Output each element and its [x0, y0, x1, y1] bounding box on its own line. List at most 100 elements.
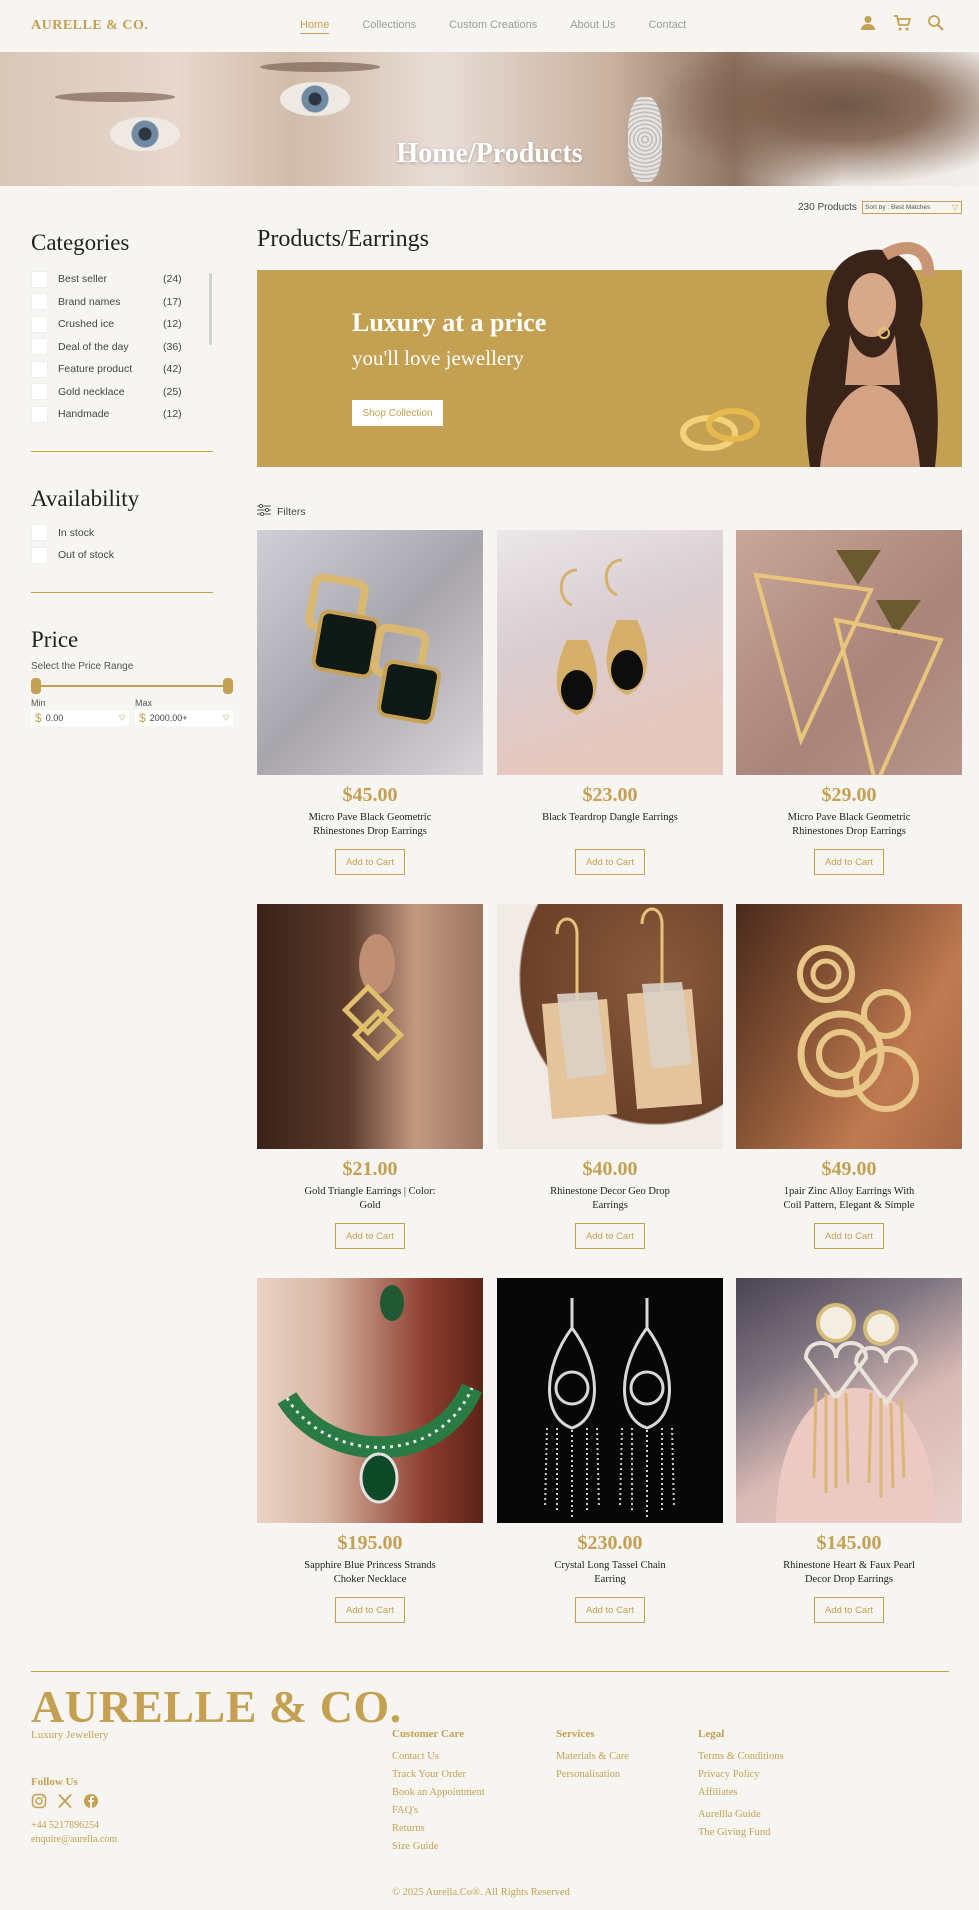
checkbox[interactable]	[31, 270, 48, 288]
checkbox[interactable]	[31, 524, 48, 542]
instagram-icon[interactable]	[31, 1793, 47, 1809]
add-to-cart-button[interactable]: Add to Cart	[575, 1597, 645, 1623]
nav-home[interactable]: Home	[300, 19, 330, 34]
footer-phone[interactable]: +44 5217896254	[31, 1820, 99, 1831]
availability-item[interactable]: In stock	[31, 522, 215, 545]
product-name[interactable]: Rhinestone Heart & Faux Pearl Decor Drop…	[779, 1559, 919, 1587]
slider-min-handle[interactable]	[31, 677, 41, 694]
product-card[interactable]: $49.00 1pair Zinc Alloy Earrings With Co…	[736, 904, 962, 1249]
footer-col-services: Services Materials & Care Personalisatio…	[556, 1728, 629, 1786]
add-to-cart-button[interactable]: Add to Cart	[814, 849, 884, 875]
checkbox[interactable]	[31, 360, 48, 378]
product-card[interactable]: $45.00 Micro Pave Black Geometric Rhines…	[257, 530, 483, 875]
footer-link[interactable]: Book an Appointment	[392, 1786, 485, 1800]
facebook-icon[interactable]	[83, 1793, 99, 1809]
add-to-cart-button[interactable]: Add to Cart	[814, 1597, 884, 1623]
checkbox[interactable]	[31, 405, 48, 423]
footer-col-legal: Legal Terms & Conditions Privacy Policy …	[698, 1728, 784, 1844]
footer-link[interactable]: Returns	[392, 1822, 485, 1836]
category-item[interactable]: Gold necklace (25)	[31, 381, 215, 404]
product-image[interactable]	[497, 1278, 723, 1523]
footer-link[interactable]: The Giving Fund	[698, 1826, 784, 1840]
product-image[interactable]	[257, 904, 483, 1149]
category-item[interactable]: Best seller (24)	[31, 268, 215, 291]
footer-link[interactable]: Personalisation	[556, 1768, 629, 1782]
product-name[interactable]: Sapphire Blue Princess Strands Choker Ne…	[300, 1559, 440, 1587]
footer-link[interactable]: Contact Us	[392, 1750, 485, 1764]
nav-contact[interactable]: Contact	[648, 19, 686, 34]
search-icon[interactable]	[927, 14, 945, 32]
checkbox[interactable]	[31, 546, 48, 564]
product-image[interactable]	[497, 904, 723, 1149]
product-card[interactable]: $29.00 Micro Pave Black Geometric Rhines…	[736, 530, 962, 875]
product-card[interactable]: $230.00 Crystal Long Tassel Chain Earrin…	[497, 1278, 723, 1623]
min-price-input[interactable]: $0.00 ▽	[31, 709, 129, 726]
product-image[interactable]	[257, 530, 483, 775]
sort-dropdown[interactable]: Sort by : Best Matches ▽	[862, 201, 962, 214]
product-image[interactable]	[736, 904, 962, 1149]
footer-email[interactable]: enquire@aurella.com	[31, 1834, 117, 1845]
footer-link[interactable]: Terms & Conditions	[698, 1750, 784, 1764]
checkbox[interactable]	[31, 383, 48, 401]
category-item[interactable]: Handmade (12)	[31, 403, 215, 426]
add-to-cart-button[interactable]: Add to Cart	[335, 1223, 405, 1249]
category-item[interactable]: Feature product (42)	[31, 358, 215, 381]
footer-link[interactable]: Size Guide	[392, 1840, 485, 1854]
category-item[interactable]: Brand names (17)	[31, 291, 215, 314]
product-name[interactable]: Micro Pave Black Geometric Rhinestones D…	[300, 811, 440, 839]
footer-link[interactable]: Affiliates	[698, 1786, 784, 1800]
max-price-input[interactable]: $2000.00+ ▽	[135, 709, 233, 726]
hero-brow-right	[260, 62, 380, 72]
product-card[interactable]: $23.00 Black Teardrop Dangle Earrings Ad…	[497, 530, 723, 875]
product-name[interactable]: 1pair Zinc Alloy Earrings With Coil Patt…	[779, 1185, 919, 1213]
product-image[interactable]	[736, 1278, 962, 1523]
footer-col-title: Services	[556, 1728, 595, 1740]
footer-link[interactable]: Materials & Care	[556, 1750, 629, 1764]
add-to-cart-button[interactable]: Add to Cart	[335, 849, 405, 875]
cart-icon[interactable]	[893, 14, 912, 32]
product-card[interactable]: $195.00 Sapphire Blue Princess Strands C…	[257, 1278, 483, 1623]
add-to-cart-button[interactable]: Add to Cart	[335, 1597, 405, 1623]
nav-collections[interactable]: Collections	[362, 19, 416, 34]
product-image[interactable]	[257, 1278, 483, 1523]
availability-item[interactable]: Out of stock	[31, 544, 215, 567]
product-name[interactable]: Gold Triangle Earrings | Color: Gold	[300, 1185, 440, 1213]
min-label: Min	[31, 697, 46, 708]
product-card[interactable]: $145.00 Rhinestone Heart & Faux Pearl De…	[736, 1278, 962, 1623]
product-name[interactable]: Crystal Long Tassel Chain Earring	[540, 1559, 680, 1587]
product-image[interactable]	[497, 530, 723, 775]
product-name[interactable]: Rhinestone Decor Geo Drop Earrings	[540, 1185, 680, 1213]
slider-max-handle[interactable]	[223, 677, 233, 694]
category-scrollbar[interactable]	[209, 273, 212, 345]
footer-link[interactable]: FAQ's	[392, 1804, 485, 1818]
add-to-cart-button[interactable]: Add to Cart	[814, 1223, 884, 1249]
product-name[interactable]: Black Teardrop Dangle Earrings	[540, 811, 680, 839]
footer-tagline: Luxury Jewellery	[31, 1729, 109, 1741]
filters-button[interactable]: Filters	[257, 503, 306, 519]
nav-about-us[interactable]: About Us	[570, 19, 615, 34]
category-label: Crushed ice	[58, 318, 115, 331]
footer-link[interactable]: Aurellla Guide	[698, 1808, 784, 1822]
checkbox[interactable]	[31, 293, 48, 311]
social-links	[31, 1793, 99, 1809]
checkbox[interactable]	[31, 338, 48, 356]
chevron-down-icon[interactable]: ▽	[223, 713, 229, 722]
category-item[interactable]: Deal of the day (36)	[31, 336, 215, 359]
price-slider[interactable]	[31, 677, 233, 694]
user-icon[interactable]	[859, 14, 877, 32]
chevron-down-icon[interactable]: ▽	[119, 713, 125, 722]
add-to-cart-button[interactable]: Add to Cart	[575, 849, 645, 875]
footer-link[interactable]: Privacy Policy	[698, 1768, 784, 1782]
product-card[interactable]: $40.00 Rhinestone Decor Geo Drop Earring…	[497, 904, 723, 1249]
product-name[interactable]: Micro Pave Black Geometric Rhinestones D…	[779, 811, 919, 839]
nav-custom-creations[interactable]: Custom Creations	[449, 19, 537, 34]
add-to-cart-button[interactable]: Add to Cart	[575, 1223, 645, 1249]
product-image[interactable]	[736, 530, 962, 775]
product-card[interactable]: $21.00 Gold Triangle Earrings | Color: G…	[257, 904, 483, 1249]
checkbox[interactable]	[31, 315, 48, 333]
footer-link[interactable]: Track Your Order	[392, 1768, 485, 1782]
site-logo[interactable]: AURELLE & CO.	[31, 18, 148, 34]
x-twitter-icon[interactable]	[57, 1793, 73, 1809]
shop-collection-button[interactable]: Shop Collection	[352, 400, 443, 426]
category-item[interactable]: Crushed ice (12)	[31, 313, 215, 336]
